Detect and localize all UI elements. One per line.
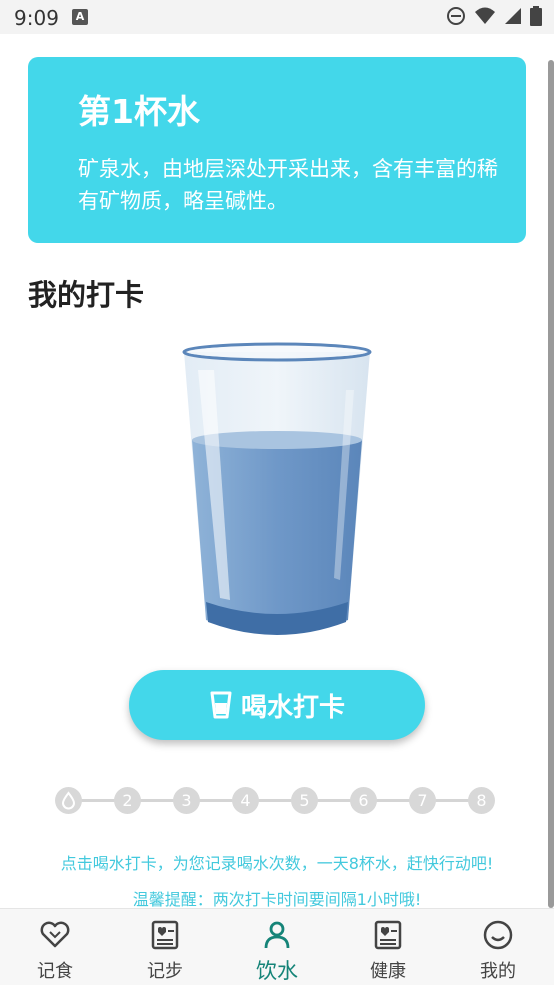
notebook-icon [151,920,179,950]
checkin-hint: 点击喝水打卡，为您记录喝水次数，一天8杯水，赶快行动吧! [60,854,494,873]
section-title: 我的打卡 [28,278,145,312]
scrollbar[interactable] [548,60,554,908]
signal-icon [505,8,521,24]
nav-item-food[interactable]: 记食 [0,909,110,985]
progress-step-1 [55,787,82,814]
nav-item-health[interactable]: 健康 [333,909,443,985]
notebook-icon [374,920,402,950]
status-icons [446,6,542,26]
nav-label-water: 饮水 [256,959,298,983]
checkin-progress: 2 3 4 5 6 7 8 [55,785,499,815]
water-description: 矿泉水，由地层深处开采出来，含有丰富的稀有矿物质，略呈碱性。 [78,157,498,213]
drink-checkin-button[interactable]: 喝水打卡 [129,670,425,740]
nav-label-food: 记食 [37,961,73,982]
nav-item-steps[interactable]: 记步 [110,909,220,985]
cup-title: 第1杯水 [78,92,200,131]
keyboard-indicator-icon: A [72,9,88,25]
progress-step-6: 6 [350,787,377,814]
status-time: 9:09 [14,6,59,30]
interval-reminder: 温馨提醒：两次打卡时间要间隔1小时哦! [132,890,422,909]
smile-icon [483,920,513,950]
heart-icon [40,921,70,948]
water-info-card: 第1杯水 矿泉水，由地层深处开采出来，含有丰富的稀有矿物质，略呈碱性。 [28,57,526,243]
nav-item-profile[interactable]: 我的 [443,909,553,985]
nav-label-steps: 记步 [147,961,183,982]
nav-item-water[interactable]: 饮水 [222,909,332,985]
do-not-disturb-icon [447,7,465,25]
battery-icon [530,6,542,26]
progress-step-2: 2 [114,787,141,814]
progress-step-8: 8 [468,787,495,814]
nav-label-profile: 我的 [480,961,516,982]
cup-icon [210,691,232,719]
status-bar: 9:09 A [0,0,554,34]
progress-step-7: 7 [409,787,436,814]
bottom-nav: 记食 记步 饮水 健康 我的 [0,908,554,985]
progress-step-5: 5 [291,787,318,814]
progress-step-3: 3 [173,787,200,814]
wifi-icon [475,7,495,24]
checkin-label: 喝水打卡 [240,692,345,723]
person-icon [264,921,290,949]
nav-label-health: 健康 [370,961,406,982]
water-glass-illustration [182,342,372,635]
progress-step-4: 4 [232,787,259,814]
water-drop-icon [61,791,76,810]
